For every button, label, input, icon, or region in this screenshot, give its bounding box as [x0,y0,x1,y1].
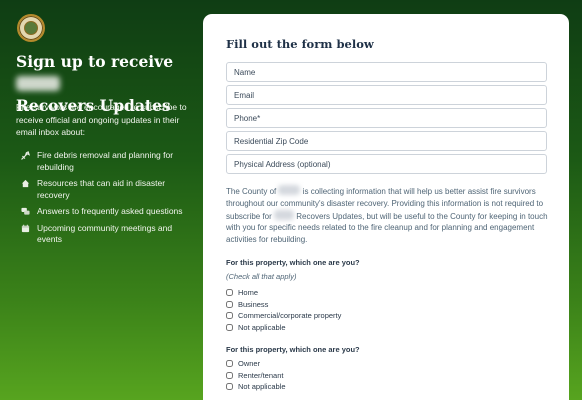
disclaimer-part1: The County of [226,187,277,196]
property-relationship-question: For this property, which one are you? [226,345,360,354]
commercial-checkbox[interactable] [226,312,233,320]
option-label: Owner [238,359,261,369]
option-label: Commercial/corporate property [238,311,342,321]
headline-text: Sign up to receive [16,52,174,71]
form-title: Fill out the form below [226,37,374,51]
property-role-question: For this property, which one are you? [226,258,360,267]
zip-code-field[interactable] [226,131,547,151]
not-applicable-checkbox-2[interactable] [226,383,233,391]
business-checkbox[interactable] [226,300,233,308]
checkbox-option[interactable]: Business [226,299,341,311]
option-label: Business [238,299,269,309]
feature-list: Fire debris removal and planning for reb… [18,150,198,251]
redacted-name [274,209,295,220]
checkbox-option[interactable]: Not applicable [226,381,286,393]
not-applicable-checkbox[interactable] [226,323,233,331]
option-label: Not applicable [238,382,286,392]
owner-checkbox[interactable] [226,360,233,368]
option-label: Home [238,288,259,298]
disclaimer-text: The County of is collecting information … [226,185,550,246]
checkbox-option[interactable]: Commercial/corporate property [226,310,341,322]
checkbox-option[interactable]: Home [226,287,341,299]
feature-label: Resources that can aid in disaster recov… [37,178,166,200]
home-checkbox[interactable] [226,289,233,297]
signup-form-card: Fill out the form below The County of is… [203,14,569,400]
option-label: Renter/tenant [238,370,284,380]
feature-label: Upcoming community meetings and events [37,222,173,245]
property-relationship-options: Owner Renter/tenant Not applicable [226,358,286,393]
property-type-options: Home Business Commercial/corporate prope… [226,287,341,333]
intro-text: Fire survivors are encouraged to subscri… [16,102,187,137]
left-panel: Sign up to receive Recovers Updates Fire… [0,0,200,400]
check-all-hint: (Check all that apply) [226,272,297,281]
calendar-icon [18,223,32,234]
chat-icon [18,206,32,217]
feature-item: Resources that can aid in disaster recov… [18,178,198,201]
email-field[interactable] [226,85,547,105]
feature-item: Upcoming community meetings and events [18,223,198,246]
feature-item: Fire debris removal and planning for reb… [18,150,198,173]
checkbox-option[interactable]: Renter/tenant [226,370,286,382]
county-seal-logo [17,14,45,42]
feature-label: Answers to frequently asked questions [37,206,183,216]
feature-label: Fire debris removal and planning for reb… [37,150,174,172]
renter-checkbox[interactable] [226,371,233,379]
redacted-name [278,185,301,195]
wrench-icon [18,150,32,161]
redacted-name [16,76,60,91]
option-label: Not applicable [238,322,286,332]
name-field[interactable] [226,62,547,82]
checkbox-option[interactable]: Owner [226,358,286,370]
address-field[interactable] [226,154,547,174]
phone-field[interactable] [226,108,547,128]
checkbox-option[interactable]: Not applicable [226,322,341,334]
house-icon [18,178,32,189]
feature-item: Answers to frequently asked questions [18,206,198,218]
